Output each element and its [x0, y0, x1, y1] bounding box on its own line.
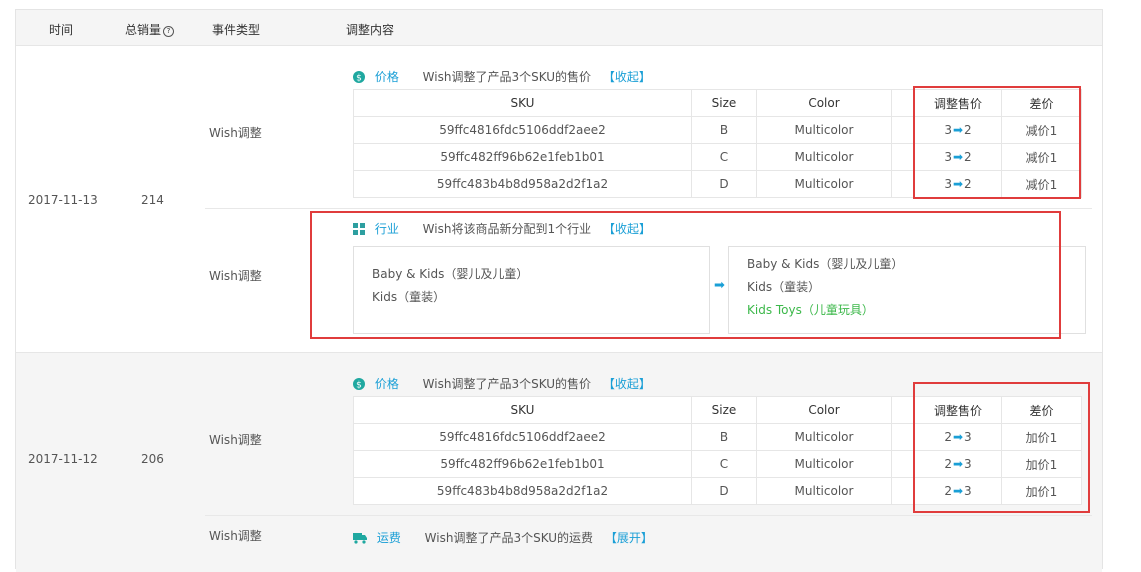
- highlight-box: [310, 211, 1061, 339]
- column-header: SKU: [353, 396, 692, 424]
- shipping-section-header: 运费 Wish调整了产品3个SKU的运费 【展开】: [353, 529, 653, 547]
- expand-link[interactable]: 【展开】: [605, 531, 653, 545]
- svg-text:$: $: [356, 380, 362, 390]
- color-cell: Multicolor: [756, 170, 892, 198]
- dollar-coin-icon: $: [353, 378, 365, 393]
- collapse-link[interactable]: 【收起】: [603, 70, 651, 84]
- column-header: [891, 89, 915, 117]
- size-cell: C: [691, 450, 757, 478]
- column-header: [891, 396, 915, 424]
- date-cell: 2017-11-12: [28, 452, 98, 466]
- sku-cell: 59ffc482ff96b62e1feb1b01: [353, 450, 692, 478]
- color-cell: Multicolor: [756, 143, 892, 171]
- dollar-coin-icon: $: [353, 71, 365, 86]
- event-description: Wish调整了产品3个SKU的售价: [422, 70, 592, 84]
- category-label: 价格: [374, 377, 399, 391]
- sku-cell: 59ffc483b4b8d958a2d2f1a2: [353, 477, 692, 505]
- column-header: Size: [691, 396, 757, 424]
- event-type-cell: Wish调整: [209, 433, 262, 447]
- category-label: 价格: [374, 70, 399, 84]
- sales-cell: 214: [141, 193, 164, 207]
- sku-cell: 59ffc482ff96b62e1feb1b01: [353, 143, 692, 171]
- header-time: 时间: [49, 23, 74, 37]
- color-cell: Multicolor: [756, 450, 892, 478]
- event-type-cell: Wish调整: [209, 126, 262, 140]
- size-cell: B: [691, 116, 757, 144]
- event-type-cell: Wish调整: [209, 269, 262, 283]
- header-event-type: 事件类型: [212, 23, 261, 37]
- category-label: 运费: [376, 531, 401, 545]
- row-divider: [205, 515, 1092, 516]
- column-header: Size: [691, 89, 757, 117]
- price-section-header: $ 价格 Wish调整了产品3个SKU的售价 【收起】: [353, 68, 651, 86]
- color-cell: Multicolor: [756, 423, 892, 451]
- header-total-sales: 总销量?: [125, 21, 175, 38]
- sku-cell: 59ffc4816fdc5106ddf2aee2: [353, 116, 692, 144]
- row-divider: [205, 208, 1092, 209]
- size-cell: C: [691, 143, 757, 171]
- column-header: Color: [756, 89, 892, 117]
- price-section-header: $ 价格 Wish调整了产品3个SKU的售价 【收起】: [353, 375, 651, 393]
- size-cell: D: [691, 477, 757, 505]
- svg-text:$: $: [356, 73, 362, 83]
- color-cell: Multicolor: [756, 116, 892, 144]
- header-adjustment: 调整内容: [346, 23, 395, 37]
- sku-cell: 59ffc483b4b8d958a2d2f1a2: [353, 170, 692, 198]
- event-description: Wish调整了产品3个SKU的运费: [424, 531, 594, 545]
- highlight-box: [913, 382, 1090, 513]
- truck-icon: [353, 532, 367, 547]
- size-cell: D: [691, 170, 757, 198]
- column-header: Color: [756, 396, 892, 424]
- table-header: 时间 总销量? 事件类型 调整内容: [16, 10, 1102, 46]
- sku-cell: 59ffc4816fdc5106ddf2aee2: [353, 423, 692, 451]
- date-cell: 2017-11-13: [28, 193, 98, 207]
- highlight-box: [913, 86, 1081, 199]
- event-description: Wish调整了产品3个SKU的售价: [422, 377, 592, 391]
- event-type-cell: Wish调整: [209, 529, 262, 543]
- sales-cell: 206: [141, 452, 164, 466]
- size-cell: B: [691, 423, 757, 451]
- color-cell: Multicolor: [756, 477, 892, 505]
- collapse-link[interactable]: 【收起】: [603, 377, 651, 391]
- help-icon[interactable]: ?: [163, 26, 175, 37]
- column-header: SKU: [353, 89, 692, 117]
